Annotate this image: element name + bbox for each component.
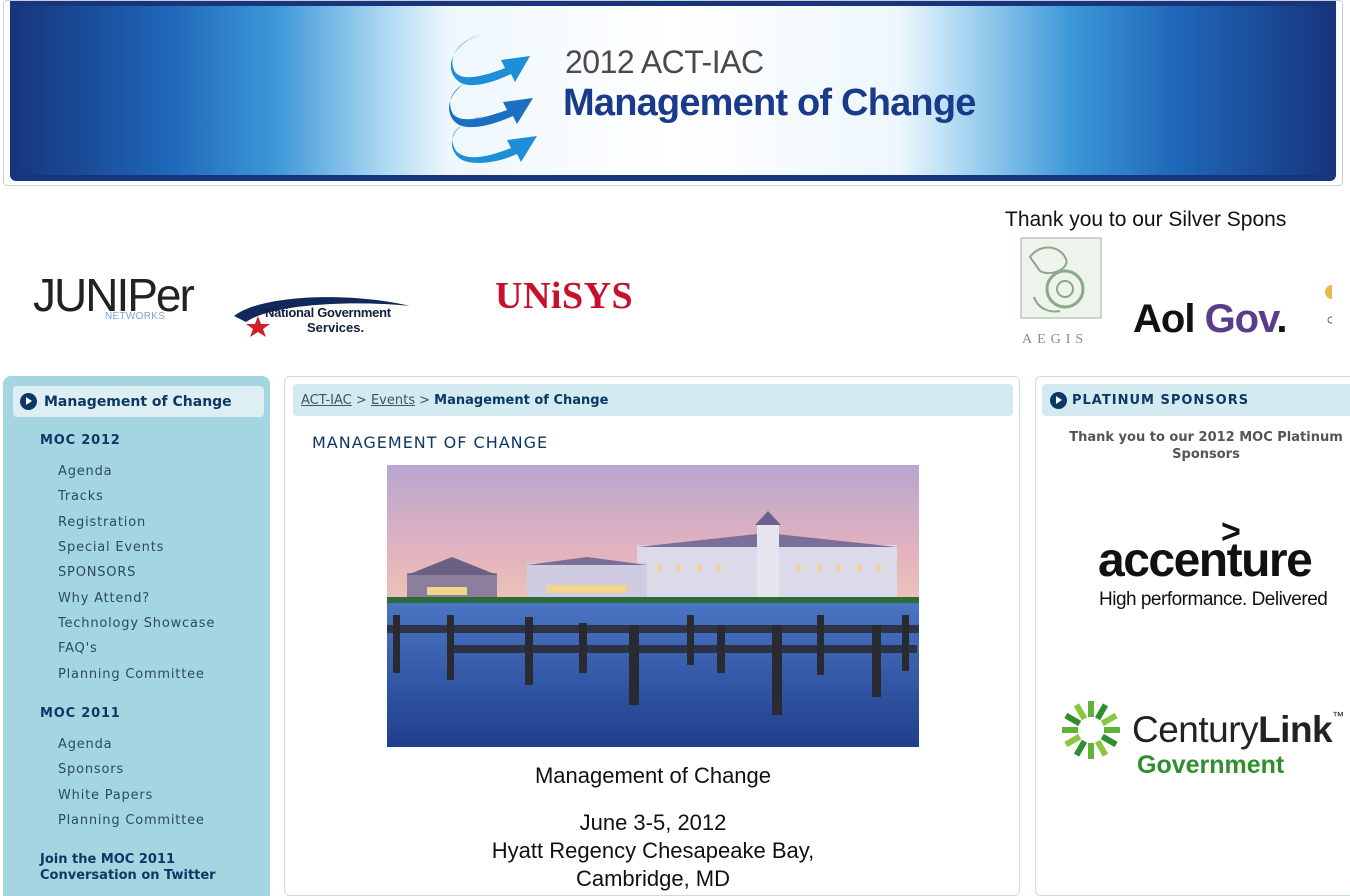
- sidebar-section-moc-2012[interactable]: MOC 2012: [40, 433, 121, 448]
- aol-gov-logo[interactable]: Aol Gov.: [1133, 297, 1288, 342]
- centurylink-government: Government: [1137, 751, 1285, 779]
- silver-sponsors-title: Thank you to our Silver Spons: [1005, 208, 1287, 231]
- sidebar-item-agenda-2012[interactable]: Agenda: [58, 464, 112, 479]
- sidebar-item-registration[interactable]: Registration: [58, 515, 146, 530]
- platinum-thanks-text: Thank you to our 2012 MOC Platinum Spons…: [1069, 430, 1343, 462]
- sidebar-item-special-events[interactable]: Special Events: [58, 540, 164, 555]
- ngs-logo-text-2: Services.: [307, 320, 365, 335]
- sidebar-header-label: Management of Change: [44, 394, 232, 410]
- page-title: MANAGEMENT OF CHANGE: [312, 433, 549, 452]
- partial-sponsor-logo-icon: [1325, 285, 1332, 324]
- sidebar-item-planning-committee-2011[interactable]: Planning Committee: [58, 813, 205, 828]
- centurylink-burst-icon: [1062, 701, 1120, 759]
- accenture-wordmark: accenture: [1098, 534, 1313, 587]
- play-circle-icon: [1050, 392, 1067, 409]
- header-banner: 2012 ACT-IAC Management of Change: [3, 0, 1343, 186]
- event-city: Cambridge, MD: [575, 866, 731, 891]
- breadcrumb-separator: >: [355, 393, 367, 408]
- accenture-tagline: High performance. Delivered: [1099, 589, 1328, 610]
- left-sidebar: Management of Change MOC 2012 Agenda Tra…: [3, 376, 270, 896]
- ngs-logo-text: National Government: [265, 305, 391, 320]
- aol-word: Aol: [1133, 297, 1195, 341]
- moc-arrows-logo: [449, 32, 537, 163]
- breadcrumb-bar: ACT-IAC > Events > Management of Change: [293, 384, 1013, 416]
- sidebar-section-moc-2011[interactable]: MOC 2011: [40, 706, 121, 721]
- gov-word: Gov: [1204, 297, 1278, 341]
- event-date: June 3-5, 2012: [579, 810, 727, 835]
- right-sidebar: PLATINUM SPONSORS Thank you to our 2012 …: [1035, 376, 1350, 896]
- breadcrumb-current: Management of Change: [434, 393, 609, 408]
- event-caption-title: Management of Change: [534, 763, 772, 788]
- event-venue: Hyatt Regency Chesapeake Bay,: [491, 838, 815, 863]
- sidebar-item-white-papers[interactable]: White Papers: [58, 788, 153, 803]
- sidebar-item-sponsors-2012[interactable]: SPONSORS: [58, 565, 136, 580]
- twitter-link-line-2: Conversation on Twitter: [40, 868, 216, 883]
- breadcrumb: ACT-IAC > Events > Management of Change: [301, 393, 608, 408]
- sidebar-item-planning-committee-2012[interactable]: Planning Committee: [58, 667, 205, 682]
- twitter-link[interactable]: Join the MOC 2011 Conversation on Twitte…: [40, 852, 216, 884]
- sidebar-item-faqs[interactable]: FAQ's: [58, 641, 98, 656]
- aegis-logo-text: AEGIS: [1022, 332, 1089, 347]
- twitter-link-line-1: Join the MOC 2011: [40, 852, 176, 867]
- centurylink-word-a: Century: [1132, 709, 1259, 750]
- gov-dot: .: [1276, 297, 1287, 341]
- sidebar-header[interactable]: Management of Change: [13, 386, 264, 417]
- breadcrumb-link-events[interactable]: Events: [371, 393, 415, 408]
- unisys-logo[interactable]: UNiSYS: [495, 274, 633, 318]
- centurylink-tm: ™: [1332, 709, 1344, 723]
- breadcrumb-separator: >: [419, 393, 431, 408]
- sidebar-item-agenda-2011[interactable]: Agenda: [58, 737, 112, 752]
- main-content: ACT-IAC > Events > Management of Change …: [284, 376, 1020, 896]
- hotel-marina-photo: [387, 465, 919, 747]
- banner-title: Management of Change: [563, 82, 976, 124]
- juniper-logo-sub: NETWORKS: [105, 311, 166, 322]
- breadcrumb-link-act-iac[interactable]: ACT-IAC: [301, 393, 352, 408]
- sidebar-item-sponsors-2011[interactable]: Sponsors: [58, 762, 124, 777]
- centurylink-word-b: Link: [1258, 709, 1333, 750]
- banner-gradient: 2012 ACT-IAC Management of Change: [10, 1, 1336, 181]
- sidebar-item-tracks[interactable]: Tracks: [58, 489, 104, 504]
- sidebar-item-why-attend[interactable]: Why Attend?: [58, 591, 150, 606]
- play-circle-icon: [20, 393, 37, 410]
- centurylink-wordmark: CenturyLink™: [1132, 709, 1344, 751]
- platinum-sponsors-header: PLATINUM SPONSORS: [1042, 384, 1350, 416]
- banner-year: 2012 ACT-IAC: [565, 44, 764, 80]
- sidebar-item-technology-showcase[interactable]: Technology Showcase: [58, 616, 215, 631]
- aegis-emblem-icon[interactable]: [1020, 237, 1102, 319]
- platinum-sponsors-label: PLATINUM SPONSORS: [1072, 393, 1250, 408]
